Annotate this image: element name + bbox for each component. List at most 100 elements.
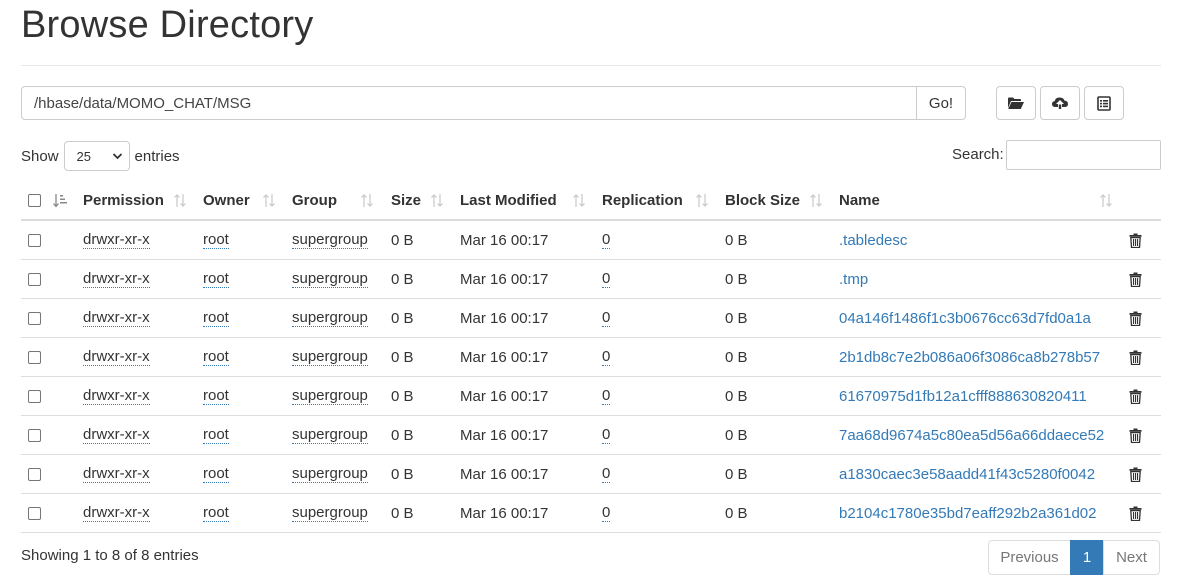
- pagination: Previous 1 Next: [988, 540, 1160, 575]
- group-value[interactable]: supergroup: [292, 426, 368, 444]
- col-header-permission[interactable]: Permission: [83, 181, 164, 219]
- file-name-link[interactable]: 2b1db8c7e2b086a06f3086ca8b278b57: [839, 338, 1100, 376]
- go-button[interactable]: Go!: [916, 86, 966, 120]
- size-cell: 0 B: [391, 426, 414, 444]
- modified-cell: Mar 16 00:17: [460, 504, 549, 522]
- trash-icon[interactable]: [1129, 350, 1142, 365]
- file-name-link[interactable]: 7aa68d9674a5c80ea5d56a66ddaece52: [839, 416, 1104, 454]
- owner-value[interactable]: root: [203, 387, 229, 405]
- row-checkbox[interactable]: [28, 467, 41, 481]
- permission-value[interactable]: drwxr-xr-x: [83, 231, 150, 249]
- owner-value[interactable]: root: [203, 309, 229, 327]
- col-header-block-size[interactable]: Block Size: [725, 181, 800, 219]
- chevron-down-icon: [112, 153, 122, 160]
- size-cell: 0 B: [391, 231, 414, 249]
- create-directory-button[interactable]: [996, 86, 1036, 120]
- page-1-button[interactable]: 1: [1070, 540, 1104, 575]
- row-checkbox[interactable]: [28, 428, 41, 442]
- permission-value[interactable]: drwxr-xr-x: [83, 504, 150, 522]
- group-value[interactable]: supergroup: [292, 387, 368, 405]
- owner-value[interactable]: root: [203, 426, 229, 444]
- replication-value[interactable]: 0: [602, 348, 611, 366]
- row-checkbox[interactable]: [28, 311, 41, 325]
- col-header-group[interactable]: Group: [292, 181, 337, 219]
- group-value[interactable]: supergroup: [292, 270, 368, 288]
- owner-cell: root: [203, 377, 229, 415]
- table-row: drwxr-xr-x root supergroup 0 B Mar 16 00…: [21, 260, 1161, 299]
- size-cell: 0 B: [391, 270, 414, 288]
- table-row: drwxr-xr-x root supergroup 0 B Mar 16 00…: [21, 377, 1161, 416]
- table-header-row: Permission Owner Group Size Last Modifie…: [21, 181, 1161, 221]
- block-size-cell: 0 B: [725, 426, 748, 444]
- row-checkbox[interactable]: [28, 272, 41, 286]
- replication-value[interactable]: 0: [602, 270, 611, 288]
- file-name-link[interactable]: 61670975d1fb12a1cfff888630820411: [839, 377, 1087, 415]
- permission-value[interactable]: drwxr-xr-x: [83, 309, 150, 327]
- owner-value[interactable]: root: [203, 504, 229, 522]
- file-name-link[interactable]: a1830caec3e58aadd41f43c5280f0042: [839, 455, 1095, 493]
- explorer-options-button[interactable]: [1084, 86, 1124, 120]
- file-name-link[interactable]: .tabledesc: [839, 221, 907, 259]
- col-header-last-modified[interactable]: Last Modified: [460, 181, 557, 219]
- group-value[interactable]: supergroup: [292, 504, 368, 522]
- permission-cell: drwxr-xr-x: [83, 221, 150, 259]
- col-header-size[interactable]: Size: [391, 181, 421, 219]
- search-label: Search:: [952, 146, 1004, 163]
- block-size-cell: 0 B: [725, 309, 748, 327]
- permission-value[interactable]: drwxr-xr-x: [83, 270, 150, 288]
- select-all-checkbox[interactable]: [28, 193, 41, 207]
- group-value[interactable]: supergroup: [292, 348, 368, 366]
- replication-value[interactable]: 0: [602, 387, 611, 405]
- trash-icon[interactable]: [1129, 233, 1142, 248]
- upload-files-button[interactable]: [1040, 86, 1080, 120]
- permission-value[interactable]: drwxr-xr-x: [83, 348, 150, 366]
- replication-value[interactable]: 0: [602, 504, 611, 522]
- trash-icon[interactable]: [1129, 272, 1142, 287]
- trash-icon[interactable]: [1129, 467, 1142, 482]
- replication-value[interactable]: 0: [602, 426, 611, 444]
- permission-value[interactable]: drwxr-xr-x: [83, 387, 150, 405]
- group-cell: supergroup: [292, 494, 368, 532]
- next-page-button[interactable]: Next: [1103, 540, 1160, 575]
- trash-icon[interactable]: [1129, 311, 1142, 326]
- title-divider: [21, 65, 1161, 66]
- directory-path-input[interactable]: [21, 86, 917, 120]
- previous-page-button[interactable]: Previous: [988, 540, 1071, 575]
- modified-cell: Mar 16 00:17: [460, 348, 549, 366]
- replication-value[interactable]: 0: [602, 465, 611, 483]
- search-input[interactable]: [1006, 140, 1161, 170]
- file-name-link[interactable]: .tmp: [839, 260, 868, 298]
- show-label: Show: [21, 147, 59, 165]
- row-checkbox[interactable]: [28, 350, 41, 364]
- page-length-select[interactable]: 25: [63, 141, 130, 171]
- replication-value[interactable]: 0: [602, 231, 611, 249]
- page-length-control: Show 25 entries: [21, 141, 180, 171]
- permission-value[interactable]: drwxr-xr-x: [83, 426, 150, 444]
- block-size-cell: 0 B: [725, 348, 748, 366]
- owner-value[interactable]: root: [203, 231, 229, 249]
- owner-value[interactable]: root: [203, 465, 229, 483]
- owner-value[interactable]: root: [203, 270, 229, 288]
- group-value[interactable]: supergroup: [292, 309, 368, 327]
- replication-value[interactable]: 0: [602, 309, 611, 327]
- sort-amount-icon[interactable]: [53, 193, 68, 208]
- col-header-replication[interactable]: Replication: [602, 181, 683, 219]
- trash-icon[interactable]: [1129, 389, 1142, 404]
- group-value[interactable]: supergroup: [292, 231, 368, 249]
- col-header-owner[interactable]: Owner: [203, 181, 250, 219]
- col-header-name[interactable]: Name: [839, 181, 880, 219]
- page-length-value: 25: [76, 148, 91, 164]
- trash-icon[interactable]: [1129, 428, 1142, 443]
- permission-value[interactable]: drwxr-xr-x: [83, 465, 150, 483]
- file-name-link[interactable]: b2104c1780e35bd7eaff292b2a361d02: [839, 494, 1097, 532]
- owner-value[interactable]: root: [203, 348, 229, 366]
- trash-icon[interactable]: [1129, 506, 1142, 521]
- sort-icon: [431, 194, 443, 207]
- row-checkbox[interactable]: [28, 389, 41, 403]
- row-checkbox[interactable]: [28, 233, 41, 247]
- permission-cell: drwxr-xr-x: [83, 455, 150, 493]
- row-checkbox[interactable]: [28, 506, 41, 520]
- owner-cell: root: [203, 299, 229, 337]
- group-value[interactable]: supergroup: [292, 465, 368, 483]
- file-name-link[interactable]: 04a146f1486f1c3b0676cc63d7fd0a1a: [839, 299, 1091, 337]
